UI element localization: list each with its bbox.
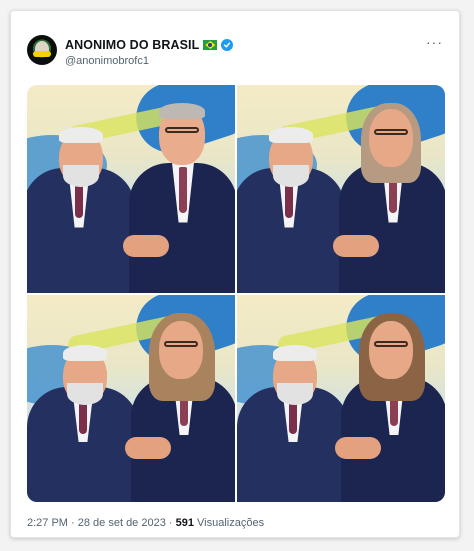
avatar-visor-shape [33,51,51,57]
photo-bottom-left[interactable] [27,294,235,502]
tweet-footer: 2:27 PM · 28 de set de 2023 · 591 Visual… [27,517,264,529]
person-left [27,327,139,502]
photo-top-right[interactable] [237,85,445,293]
tweet-time[interactable]: 2:27 PM [27,517,68,529]
tweet-card: ANONIMO DO BRASIL @anonimobrofc1 ··· 2:2… [10,10,460,538]
views-label: Visualizações [197,517,265,529]
person-left [27,103,135,293]
more-options-icon[interactable]: ··· [426,35,443,49]
photo-top-left[interactable] [27,85,235,293]
person-right [131,307,235,502]
brazil-flag-icon [203,40,218,50]
verified-badge-icon [221,39,234,51]
views-count: 591 [175,517,194,529]
tweet-date[interactable]: 28 de set de 2023 [78,517,166,529]
person-right [341,307,445,502]
handshake [333,235,379,257]
photo-bottom-right[interactable] [237,294,445,502]
media-grid[interactable] [27,85,445,502]
person-right [339,93,445,293]
separator: · [67,517,78,529]
name-line: ANONIMO DO BRASIL [65,38,234,52]
user-handle[interactable]: @anonimobrofc1 [65,55,149,67]
separator: · [165,517,176,529]
handshake [123,235,169,257]
person-right [129,93,235,293]
tweet-header: ANONIMO DO BRASIL @anonimobrofc1 ··· [27,35,443,79]
handshake [335,436,381,459]
handshake [125,436,171,459]
person-left [237,327,349,502]
person-left [237,103,345,293]
display-name[interactable]: ANONIMO DO BRASIL [65,38,199,52]
avatar[interactable] [27,35,57,65]
